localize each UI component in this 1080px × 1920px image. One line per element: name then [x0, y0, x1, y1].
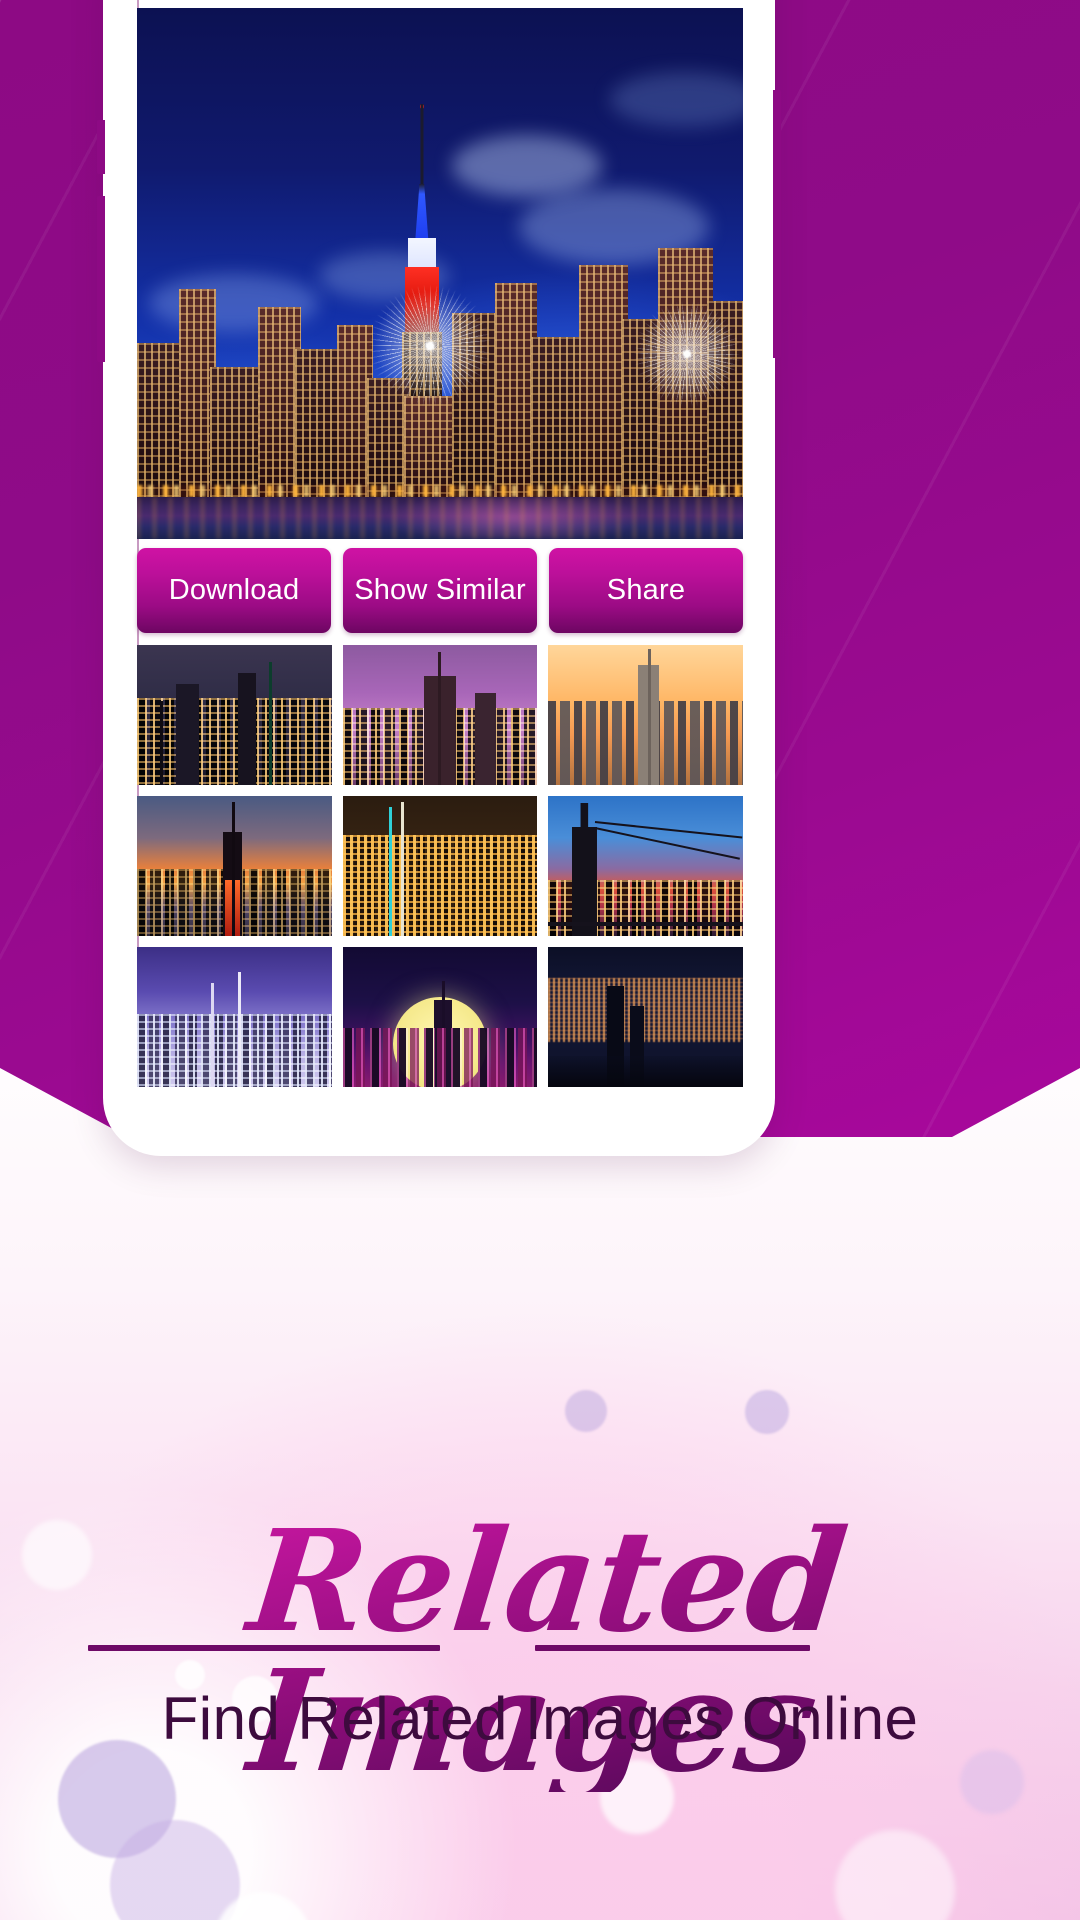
show-similar-button[interactable]: Show Similar [343, 548, 537, 633]
thumbnail-item[interactable] [548, 645, 743, 785]
thumbnail-item[interactable] [137, 645, 332, 785]
thumbnail-item[interactable] [342, 947, 538, 1087]
tagline: Find Related Images Online [161, 1685, 919, 1752]
hero-skyline [137, 242, 743, 539]
download-button[interactable]: Download [137, 548, 331, 633]
title-underline-left [88, 1645, 440, 1651]
thumbnail-item[interactable] [342, 645, 538, 785]
thumbnail-item[interactable] [137, 796, 332, 936]
firework-left [355, 271, 506, 422]
firework-right [621, 289, 743, 420]
thumbnail-item[interactable] [548, 796, 743, 936]
power-button[interactable] [773, 90, 781, 230]
volume-down-button[interactable] [97, 196, 105, 362]
volume-up-button[interactable] [97, 120, 105, 174]
app-promo-screen: Download Show Similar Share Related Imag… [0, 0, 1080, 1920]
related-images-grid [137, 645, 743, 1087]
share-button[interactable]: Share [549, 548, 743, 633]
thumbnail-item[interactable] [548, 947, 743, 1087]
title-underline-right [535, 1645, 810, 1651]
hero-image[interactable] [137, 8, 743, 539]
action-button-row: Download Show Similar Share [137, 548, 743, 633]
thumbnail-item[interactable] [137, 947, 332, 1087]
power-button-secondary[interactable] [773, 228, 781, 358]
thumbnail-item[interactable] [342, 796, 538, 936]
title-underline-group [0, 1645, 1080, 1655]
